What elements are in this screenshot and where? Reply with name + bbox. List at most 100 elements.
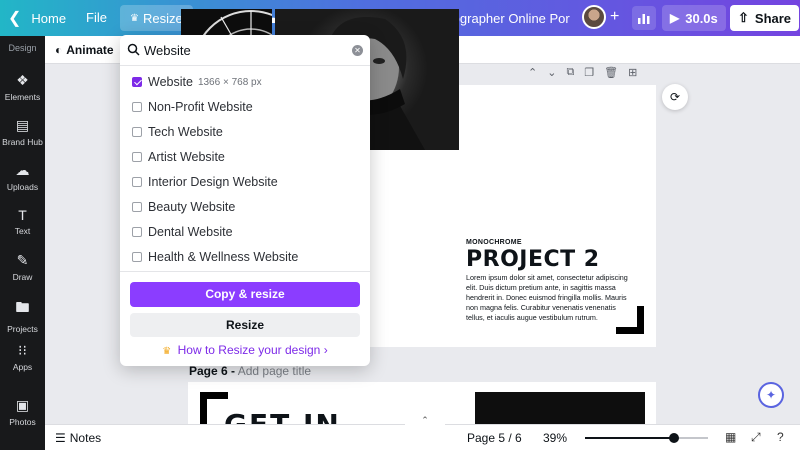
divider — [120, 271, 370, 272]
sidebar-item-text[interactable]: T Text — [0, 207, 45, 236]
resize-option-nonprofit-website[interactable]: Non-Profit Website — [132, 98, 253, 116]
help-icon[interactable]: ? — [777, 430, 784, 444]
option-label: Website — [148, 75, 193, 89]
sidebar-item-projects[interactable]: 🖿 Projects — [0, 297, 45, 334]
sidebar-item-elements[interactable]: ❖ Elements — [0, 72, 45, 102]
copy-page-icon[interactable]: ❐ — [584, 66, 594, 79]
project-kicker[interactable]: MONOCHROME — [466, 239, 522, 246]
present-button[interactable]: ▶ 30.0s — [662, 5, 726, 31]
left-sidebar: Design ❖ Elements ▤ Brand Hub ☁ Uploads … — [0, 36, 45, 450]
sidebar-item-label: Text — [14, 226, 31, 236]
magic-sparkle-icon[interactable]: ✦ — [758, 382, 784, 408]
expand-pages-button[interactable]: ⌃ — [405, 415, 445, 431]
add-comment-icon[interactable]: ⟳ — [662, 84, 688, 110]
page-6-title-row: Page 6 - Add page title — [189, 364, 311, 378]
zoom-level[interactable]: 39% — [543, 431, 567, 445]
option-label: Beauty Website — [148, 200, 236, 214]
checkbox[interactable] — [132, 152, 142, 162]
checkbox[interactable] — [132, 177, 142, 187]
option-label: Health & Wellness Website — [148, 250, 299, 264]
brand-hub-icon: ▤ — [15, 117, 30, 133]
notes-icon: ☰ — [55, 431, 66, 445]
checkbox[interactable] — [132, 202, 142, 212]
copy-and-resize-button[interactable]: Copy & resize — [130, 282, 360, 307]
sidebar-item-label: Photos — [9, 417, 36, 427]
page-6-photo[interactable] — [475, 392, 645, 424]
duplicate-page-icon[interactable]: ⧉ — [566, 66, 574, 79]
checkbox[interactable] — [132, 77, 142, 87]
notes-button[interactable]: ☰ Notes — [55, 431, 101, 445]
resize-option-artist-website[interactable]: Artist Website — [132, 148, 225, 166]
page-6-title-input[interactable]: Add page title — [238, 364, 311, 378]
add-page-icon[interactable]: ⊞ — [628, 66, 637, 79]
resize-option-tech-website[interactable]: Tech Website — [132, 123, 223, 141]
page-6-heading[interactable]: GET IN — [224, 408, 341, 424]
sidebar-item-draw[interactable]: ✎ Draw — [0, 252, 45, 282]
resize-label: Resize — [142, 10, 183, 26]
apps-icon: ⁝⁝ — [18, 342, 27, 358]
chevron-left-icon: ❮ — [8, 10, 22, 27]
clear-search-icon[interactable]: ✕ — [352, 45, 363, 56]
project-body-text[interactable]: Lorem ipsum dolor sit amet, consectetur … — [466, 273, 636, 323]
share-label: Share — [754, 10, 792, 26]
zoom-slider-fill — [585, 437, 674, 439]
chevron-up-icon: ⌃ — [421, 415, 429, 425]
resize-option-beauty-website[interactable]: Beauty Website — [132, 198, 235, 216]
resize-option-interior-design-website[interactable]: Interior Design Website — [132, 173, 278, 191]
chevron-right-icon: › — [323, 343, 328, 357]
page-indicator[interactable]: Page 5 / 6 — [467, 431, 522, 445]
present-duration: 30.0s — [685, 10, 718, 26]
animate-icon: ◐ — [55, 43, 63, 57]
resize-panel: ✕ Website 1366 × 768 px Non-Profit Websi… — [120, 35, 370, 366]
avatar[interactable] — [582, 5, 606, 29]
sidebar-item-photos[interactable]: ▣ Photos — [0, 397, 45, 427]
bottom-bar: ☰ Notes ⌃ Page 5 / 6 39% ▦ ⤢ ? — [45, 415, 800, 450]
checkbox[interactable] — [132, 227, 142, 237]
share-button[interactable]: ⇧ Share — [730, 5, 800, 31]
sidebar-item-design[interactable]: Design — [0, 43, 45, 53]
text-icon: T — [18, 207, 27, 223]
checkbox[interactable] — [132, 127, 142, 137]
move-page-down-icon[interactable]: ⌄ — [547, 66, 556, 79]
delete-page-icon[interactable]: 🗑 — [604, 66, 618, 79]
checkbox[interactable] — [132, 102, 142, 112]
option-label: Tech Website — [148, 125, 223, 139]
resize-option-health-wellness-website[interactable]: Health & Wellness Website — [132, 248, 298, 266]
how-to-resize-link[interactable]: ♛ How to Resize your design › — [120, 343, 370, 357]
checkbox[interactable] — [132, 252, 142, 262]
draw-icon: ✎ — [16, 252, 29, 268]
sidebar-item-label: Projects — [7, 324, 38, 334]
grid-view-icon[interactable]: ▦ — [725, 430, 736, 444]
play-icon: ▶ — [670, 11, 680, 25]
sidebar-item-label: Apps — [12, 362, 33, 372]
option-label: Artist Website — [148, 150, 225, 164]
resize-option-website[interactable]: Website 1366 × 768 px — [132, 73, 262, 91]
resize-search-row: ✕ — [120, 35, 370, 66]
resize-option-dental-website[interactable]: Dental Website — [132, 223, 233, 241]
animate-button[interactable]: ◐ Animate — [55, 43, 114, 57]
zoom-slider[interactable] — [585, 433, 708, 443]
sidebar-item-uploads[interactable]: ☁ Uploads — [0, 162, 45, 192]
animate-label: Animate — [66, 43, 114, 57]
how-to-resize-label: How to Resize your design — [177, 343, 321, 357]
elements-icon: ❖ — [16, 72, 29, 88]
zoom-slider-handle[interactable] — [669, 433, 679, 443]
crown-icon: ♛ — [162, 346, 172, 357]
option-label: Dental Website — [148, 225, 233, 239]
add-collaborator-icon[interactable]: + — [610, 8, 619, 26]
home-button[interactable]: ❮ Home — [8, 8, 66, 28]
option-label: Non-Profit Website — [148, 100, 253, 114]
file-menu-button[interactable]: File — [86, 10, 107, 25]
move-page-up-icon[interactable]: ⌃ — [528, 66, 537, 79]
bar-chart-icon — [638, 14, 650, 24]
option-dimensions: 1366 × 768 px — [197, 76, 262, 88]
corner-bracket-shape[interactable] — [616, 306, 644, 334]
sidebar-item-brand-hub[interactable]: ▤ Brand Hub — [0, 117, 45, 147]
resize-search-input[interactable] — [144, 41, 344, 59]
fullscreen-icon[interactable]: ⤢ — [751, 430, 761, 445]
resize-confirm-button[interactable]: Resize — [130, 313, 360, 337]
photos-icon: ▣ — [15, 397, 30, 413]
sidebar-item-apps[interactable]: ⁝⁝ Apps — [0, 342, 45, 372]
project-heading[interactable]: PROJECT 2 — [466, 247, 600, 272]
insights-button[interactable] — [632, 6, 656, 30]
